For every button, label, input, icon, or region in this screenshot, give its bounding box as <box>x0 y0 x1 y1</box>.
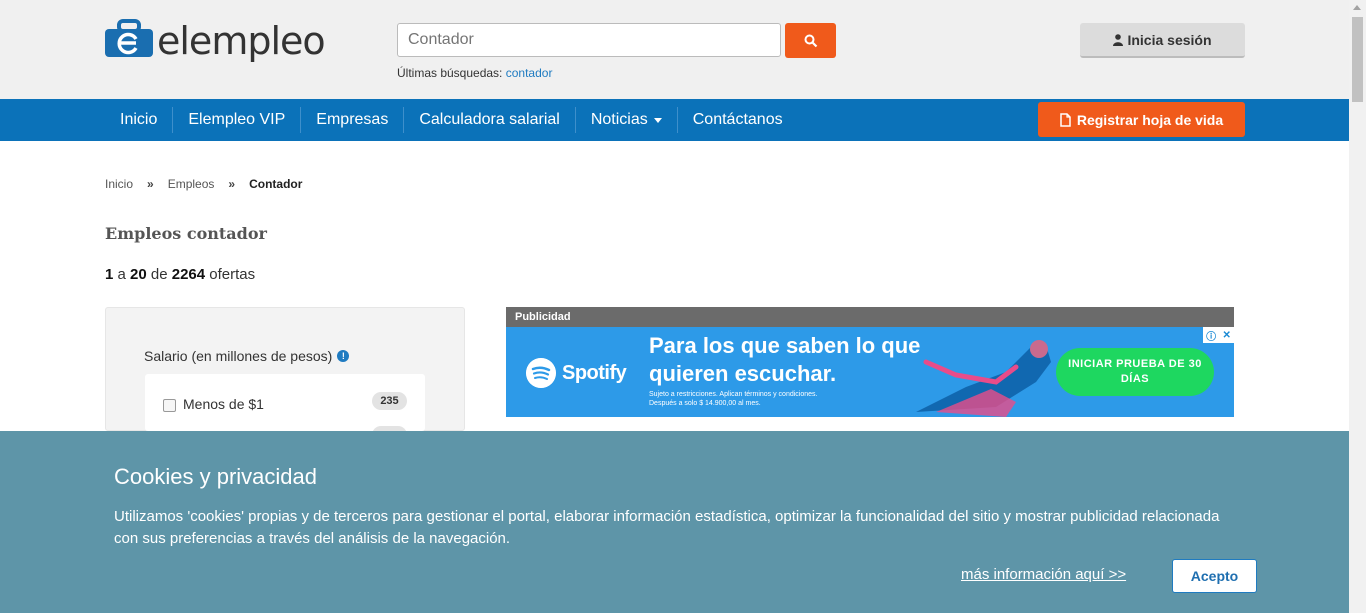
recent-searches-label: Últimas búsquedas: <box>397 66 503 80</box>
ad-label: Publicidad <box>506 307 1234 327</box>
salary-option-checkbox[interactable] <box>163 399 176 412</box>
ad-fine-print: Sujeto a restricciones. Aplican términos… <box>649 390 869 408</box>
register-cv-label: Registrar hoja de vida <box>1076 111 1224 128</box>
elempleo-logo[interactable]: elempleo <box>105 16 326 63</box>
spotify-icon <box>526 358 556 388</box>
ad-close-icon[interactable]: ✕ <box>1222 330 1230 341</box>
results-to: 20 <box>130 266 147 283</box>
page-scrollbar[interactable] <box>1349 0 1366 613</box>
ad-fine-print-line: Después a solo $ 14.900,00 al mes. <box>649 400 761 407</box>
nav-item-calculadora[interactable]: Calculadora salarial <box>404 107 576 133</box>
search-icon <box>804 34 817 47</box>
breadcrumb-empleos[interactable]: Empleos <box>168 177 215 191</box>
results-from: 1 <box>105 266 114 283</box>
salary-filter-label: Salario (en millones de pesos) ! <box>144 348 350 364</box>
site-header: elempleo Últimas búsquedas: contador Ini… <box>0 0 1349 99</box>
recent-searches: Últimas búsquedas: contador <box>397 66 552 80</box>
search-button[interactable] <box>785 23 836 58</box>
search-input[interactable] <box>397 23 781 57</box>
breadcrumb-inicio[interactable]: Inicio <box>105 177 133 191</box>
register-cv-button[interactable]: Registrar hoja de vida <box>1038 102 1245 137</box>
nav-item-label: Empresas <box>316 111 389 128</box>
info-icon[interactable]: ! <box>337 350 350 362</box>
breadcrumb-separator: » <box>147 177 154 191</box>
nav-item-label: Calculadora salarial <box>419 111 560 128</box>
breadcrumb: Inicio » Empleos » Contador <box>105 177 302 191</box>
page-title: Empleos contador <box>105 224 267 243</box>
logo-mark-icon <box>105 19 153 57</box>
results-total: 2264 <box>171 266 206 283</box>
nav-item-elempleo-vip[interactable]: Elempleo VIP <box>173 107 302 133</box>
logo-text: elempleo <box>157 19 326 63</box>
caret-down-icon <box>653 117 662 123</box>
ad-info-icon[interactable]: ⓘ <box>1206 328 1216 343</box>
results-suffix: ofertas <box>209 266 256 283</box>
spotify-logo: Spotify <box>526 358 627 388</box>
salary-option-count: 235 <box>372 392 407 410</box>
cookie-text: Utilizamos 'cookies' propias y de tercer… <box>114 508 1220 547</box>
nav-item-noticias[interactable]: Noticias <box>576 107 678 133</box>
recent-search-link[interactable]: contador <box>506 66 553 80</box>
login-label: Inicia sesión <box>1127 31 1212 48</box>
salary-option-label[interactable]: Menos de $1 <box>183 396 264 412</box>
ad-headline: Para los que saben lo que quieren escuch… <box>649 333 921 386</box>
nav-item-inicio[interactable]: Inicio <box>105 107 174 133</box>
salary-filter-title: Salario (en millones de pesos) <box>144 348 333 364</box>
nav-item-label: Elempleo VIP <box>188 111 286 128</box>
ad-choices[interactable]: ⓘ ✕ <box>1203 327 1234 343</box>
user-icon <box>1113 33 1124 46</box>
scroll-thumb[interactable] <box>1352 17 1363 102</box>
results-count: 1 a 20 de 2264 ofertas <box>105 266 255 283</box>
spotify-wordmark: Spotify <box>562 361 627 384</box>
ad-fine-print-line: Sujeto a restricciones. Aplican términos… <box>649 391 818 398</box>
login-button[interactable]: Inicia sesión <box>1080 23 1245 58</box>
nav-item-contactanos[interactable]: Contáctanos <box>678 107 798 133</box>
results-word-de: de <box>150 266 168 283</box>
nav-item-empresas[interactable]: Empresas <box>301 107 405 133</box>
ad-cta-button[interactable]: INICIAR PRUEBA DE 30 DÍAS <box>1056 348 1214 396</box>
nav-item-label: Inicio <box>120 111 158 128</box>
breadcrumb-separator: » <box>228 177 236 191</box>
scroll-up-arrow-icon[interactable] <box>1353 5 1361 10</box>
spotify-ad-banner[interactable]: Spotify Para los que saben lo que quiere… <box>506 327 1234 417</box>
breadcrumb-current: Contador <box>249 177 303 191</box>
nav-item-label: Contáctanos <box>692 111 783 128</box>
cookie-more-info-link[interactable]: más información aquí >> <box>961 566 1126 583</box>
cookie-title: Cookies y privacidad <box>114 464 317 489</box>
results-word-a: a <box>117 266 126 283</box>
nav-item-label: Noticias <box>590 111 648 128</box>
document-icon <box>1060 112 1071 127</box>
cookie-accept-button[interactable]: Acepto <box>1172 559 1257 593</box>
